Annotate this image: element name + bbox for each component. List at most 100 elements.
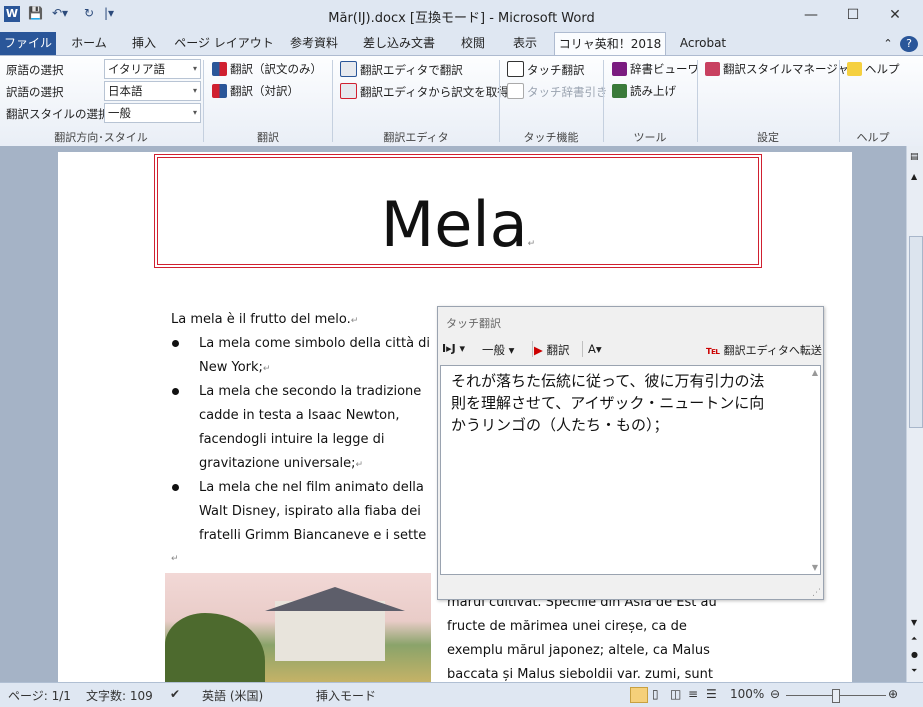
scroll-up-arrow[interactable]: ▲ xyxy=(911,172,917,181)
popup-scroll-down[interactable]: ▼ xyxy=(812,563,818,572)
ribbon-help-button[interactable]: ヘルプ xyxy=(847,61,900,77)
title-bar: W 💾 ↶▾ ↻ |▾ Măr(IJ).docx [互換モード] - Micro… xyxy=(0,0,923,30)
touch-translate-button[interactable]: タッチ翻訳 xyxy=(507,61,585,78)
ruler-toggle-icon[interactable]: ▤ xyxy=(910,152,919,162)
popup-translate-button[interactable]: ▶ 翻訳 xyxy=(534,342,570,358)
bullet-marker xyxy=(172,484,179,491)
touch-dict-icon xyxy=(507,83,524,99)
lang-pair-dropdown[interactable]: I▸J ▾ xyxy=(442,342,465,355)
editor-get-icon xyxy=(340,83,357,99)
romanian-text-line: baccata și Malus sieboldii var. zumi, su… xyxy=(447,667,713,682)
translation-result[interactable]: それが落ちた伝統に従って、彼に万有引力の法 則を理解させて、アイザック・ニュート… xyxy=(440,365,821,575)
translate-only-button[interactable]: 翻訳（訳文のみ） xyxy=(212,61,322,77)
tree-shape xyxy=(165,613,265,682)
title-frame: Mela↵ xyxy=(154,154,762,268)
window-title: Măr(IJ).docx [互換モード] - Microsoft Word xyxy=(328,11,595,26)
outline-icon[interactable]: ≡ xyxy=(688,687,698,701)
tab-view[interactable]: 表示 xyxy=(500,32,550,55)
draft-icon[interactable]: ☰ xyxy=(706,687,717,701)
play-icon: ▶ xyxy=(534,343,543,357)
help-book-icon xyxy=(847,62,862,76)
document-title: Mela↵ xyxy=(380,188,536,261)
translate-pair-icon xyxy=(212,84,227,98)
tab-mailings[interactable]: 差し込み文書 xyxy=(352,32,446,55)
scroll-thumb[interactable] xyxy=(909,236,923,428)
popup-scroll-up[interactable]: ▲ xyxy=(812,368,818,377)
list-item-cont: cadde in testa a Isaac Newton, xyxy=(199,408,400,423)
group-settings-label: 設定 xyxy=(757,131,779,144)
browse-object-icon[interactable]: ● xyxy=(911,650,918,659)
web-layout-icon[interactable]: ◫ xyxy=(670,687,681,701)
print-layout-icon[interactable] xyxy=(630,687,648,703)
minimize-button[interactable]: — xyxy=(796,4,826,26)
maximize-button[interactable]: ☐ xyxy=(838,4,868,26)
full-screen-icon[interactable]: ▯ xyxy=(652,687,659,701)
tab-acrobat[interactable]: Acrobat xyxy=(670,32,736,55)
tab-korya[interactable]: コリャ英和！2018 xyxy=(554,32,666,55)
style-manager-button[interactable]: 翻訳スタイルマネージャ xyxy=(705,61,849,77)
touch-translate-popup[interactable]: タッチ翻訳 I▸J ▾ 一般 ▾ ▶ 翻訳 A▾ ℡ 翻訳エディタへ転送 それが… xyxy=(437,306,824,600)
target-lang-select[interactable]: 日本語 ▾ xyxy=(104,81,201,101)
zoom-in-button[interactable]: ⊕ xyxy=(888,687,898,701)
romanian-text-line: exemplu mărul japonez; altele, ca Malus xyxy=(447,643,710,658)
editor-translate-button[interactable]: 翻訳エディタで翻訳 xyxy=(340,61,463,78)
style-select[interactable]: 一般 ▾ xyxy=(104,103,201,123)
editor-get-button[interactable]: 翻訳エディタから訳文を取得 xyxy=(340,83,509,100)
list-item: La mela che nel film animato della xyxy=(199,480,424,495)
zoom-out-button[interactable]: ⊖ xyxy=(770,687,780,701)
bullet-marker xyxy=(172,388,179,395)
resize-grip-icon[interactable]: ⋰ xyxy=(812,588,821,598)
house-illustration[interactable] xyxy=(165,573,431,682)
proofing-icon[interactable]: ✔ xyxy=(170,687,180,701)
empty-paragraph: ↵ xyxy=(171,554,179,564)
help-icon[interactable]: ? xyxy=(900,36,918,52)
next-page-icon[interactable]: ⏷ xyxy=(911,666,917,676)
read-aloud-button[interactable]: 読み上げ xyxy=(612,83,676,99)
zoom-slider-thumb[interactable] xyxy=(832,689,840,703)
list-item: La mela come simbolo della città di xyxy=(199,336,431,351)
style-label: 翻訳スタイルの選択 xyxy=(6,107,110,121)
language-indicator[interactable]: 英語 (米国) xyxy=(202,687,263,704)
target-lang-label: 訳語の選択 xyxy=(6,85,64,99)
list-item-cont: fratelli Grimm Biancaneve e i sette xyxy=(199,528,427,543)
vertical-scrollbar[interactable]: ▤ ▲ ▼ ⏶ ● ⏷ xyxy=(906,146,923,682)
font-settings-icon[interactable]: A▾ xyxy=(588,342,602,356)
group-editor-label: 翻訳エディタ xyxy=(383,131,449,144)
touch-dict-button[interactable]: タッチ辞書引き xyxy=(507,83,608,100)
tab-page-layout[interactable]: ページ レイアウト xyxy=(172,32,276,55)
group-tools-label: ツール xyxy=(633,131,667,144)
editor-icon xyxy=(340,61,357,77)
status-bar: ページ: 1/1 文字数: 109 ✔ 英語 (米国) 挿入モード ▯ ◫ ≡ … xyxy=(0,682,923,707)
style-manager-icon xyxy=(705,62,720,76)
scroll-down-arrow[interactable]: ▼ xyxy=(911,618,917,627)
zoom-level[interactable]: 100% xyxy=(730,687,764,701)
previous-page-icon[interactable]: ⏶ xyxy=(911,634,917,644)
tab-home[interactable]: ホーム xyxy=(62,32,116,55)
tab-references[interactable]: 参考資料 xyxy=(280,32,348,55)
close-button[interactable]: ✕ xyxy=(880,4,910,26)
word-count[interactable]: 文字数: 109 xyxy=(86,687,153,704)
group-help-label: ヘルプ xyxy=(856,131,890,144)
send-to-editor-button[interactable]: ℡ 翻訳エディタへ転送 xyxy=(706,342,822,358)
page-indicator[interactable]: ページ: 1/1 xyxy=(8,687,71,704)
list-item: La mela che secondo la tradizione xyxy=(199,384,422,399)
speaker-icon xyxy=(612,84,627,98)
translate-pair-button[interactable]: 翻訳（対訳） xyxy=(212,83,299,99)
touch-translate-icon xyxy=(507,61,524,77)
dict-viewer-button[interactable]: 辞書ビューワ xyxy=(612,61,699,77)
insert-mode[interactable]: 挿入モード xyxy=(316,687,376,704)
source-lang-select[interactable]: イタリア語 ▾ xyxy=(104,59,201,79)
popup-style-dropdown[interactable]: 一般 ▾ xyxy=(482,342,514,358)
list-item-cont: gravitazione universale;↵ xyxy=(199,456,364,471)
group-direction-label: 翻訳方向･スタイル xyxy=(54,131,148,144)
ribbon-tabs: ファイル ホーム 挿入 ページ レイアウト 参考資料 差し込み文書 校閲 表示 … xyxy=(0,30,923,55)
tab-file[interactable]: ファイル xyxy=(0,32,56,55)
tab-review[interactable]: 校閲 xyxy=(450,32,496,55)
group-touch-label: タッチ機能 xyxy=(523,131,579,144)
dictionary-icon xyxy=(612,62,627,76)
list-item-cont: New York;↵ xyxy=(199,360,271,375)
popup-title: タッチ翻訳 xyxy=(446,317,501,330)
translation-text: それが落ちた伝統に従って、彼に万有引力の法 則を理解させて、アイザック・ニュート… xyxy=(451,372,765,434)
ribbon-collapse-icon[interactable]: ⌃ xyxy=(880,32,896,55)
tab-insert[interactable]: 挿入 xyxy=(120,32,168,55)
